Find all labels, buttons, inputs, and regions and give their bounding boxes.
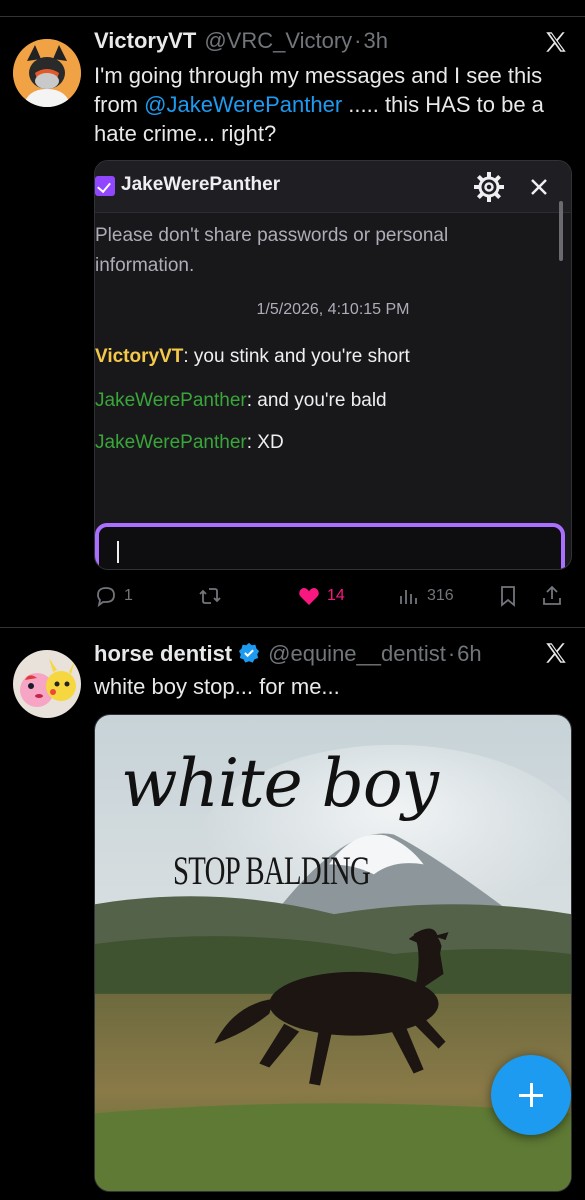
- image-text-script: white boy: [121, 745, 439, 822]
- like-button[interactable]: 14: [297, 583, 345, 609]
- chat-message: JakeWerePanther: XD: [95, 432, 284, 454]
- share-button[interactable]: [540, 583, 564, 609]
- author-handle[interactable]: @VRC_Victory: [204, 28, 352, 54]
- separator: ·: [354, 28, 362, 53]
- chat-username: JakeWerePanther: [95, 432, 247, 453]
- chat-username: JakeWerePanther: [95, 390, 247, 411]
- author-name[interactable]: VictoryVT: [94, 28, 196, 54]
- retweet-icon: [199, 588, 221, 604]
- x-logo-icon: [546, 32, 566, 52]
- text-caret: [117, 541, 119, 563]
- tweet-text: white boy stop... for me...: [94, 674, 340, 699]
- verified-badge-icon: [239, 642, 260, 663]
- timestamp[interactable]: 3h: [364, 28, 388, 54]
- chat-message-text: : and you're bald: [246, 390, 387, 411]
- gear-icon: [474, 172, 504, 202]
- compose-button[interactable]: [491, 1055, 571, 1135]
- action-bar: 1 14 316: [94, 583, 574, 609]
- author-name[interactable]: horse dentist: [94, 641, 232, 667]
- x-logo-icon: [546, 643, 566, 663]
- reply-count: 1: [124, 587, 133, 604]
- scrollbar: [559, 201, 563, 261]
- image-text-caption: STOP BALDING: [173, 848, 371, 893]
- chat-input-field: [95, 523, 565, 569]
- share-icon: [543, 585, 561, 605]
- bookmark-button[interactable]: [496, 583, 520, 609]
- chat-header: JakeWerePanther: [95, 161, 571, 213]
- author-handle[interactable]: @equine__dentist: [268, 641, 446, 667]
- reply-button[interactable]: 1: [94, 583, 133, 609]
- mention-link[interactable]: @JakeWerePanther: [144, 92, 342, 117]
- views-count: 316: [427, 587, 454, 604]
- chat-message-text: : you stink and you're short: [183, 346, 410, 367]
- heart-icon: [299, 588, 319, 605]
- tweet[interactable]: VictoryVT @VRC_Victory · 3h I'm going th…: [0, 17, 585, 628]
- chat-message: VictoryVT: you stink and you're short: [95, 346, 410, 368]
- tweet-header: horse dentist @equine__dentist · 6h: [94, 639, 525, 669]
- views-icon: [400, 590, 417, 604]
- bookmark-icon: [501, 586, 515, 607]
- reply-icon: [97, 587, 115, 608]
- retweet-button[interactable]: [198, 583, 228, 609]
- chat-notice: Please don't share passwords or personal…: [95, 225, 449, 276]
- avatar[interactable]: [13, 650, 81, 718]
- chat-screenshot[interactable]: JakeWerePanther Please don't share passw…: [94, 160, 572, 570]
- chat-message: JakeWerePanther: and you're bald: [95, 390, 387, 412]
- chat-timestamp: 1/5/2026, 4:10:15 PM: [256, 301, 410, 318]
- avatar[interactable]: [13, 39, 81, 107]
- verified-badge-icon: [95, 176, 115, 196]
- plus-icon: [529, 1083, 533, 1107]
- close-icon: [531, 179, 547, 195]
- views-button[interactable]: 316: [397, 583, 454, 609]
- separator: ·: [447, 641, 456, 666]
- tweet-header: VictoryVT @VRC_Victory · 3h: [94, 28, 525, 58]
- chat-message-text: : XD: [246, 432, 284, 453]
- timestamp[interactable]: 6h: [457, 641, 481, 667]
- like-count: 14: [327, 587, 345, 604]
- chat-username: VictoryVT: [95, 346, 184, 367]
- tweet-text: I'm going through my messages and I see …: [94, 61, 574, 148]
- chat-title: JakeWerePanther: [121, 174, 281, 195]
